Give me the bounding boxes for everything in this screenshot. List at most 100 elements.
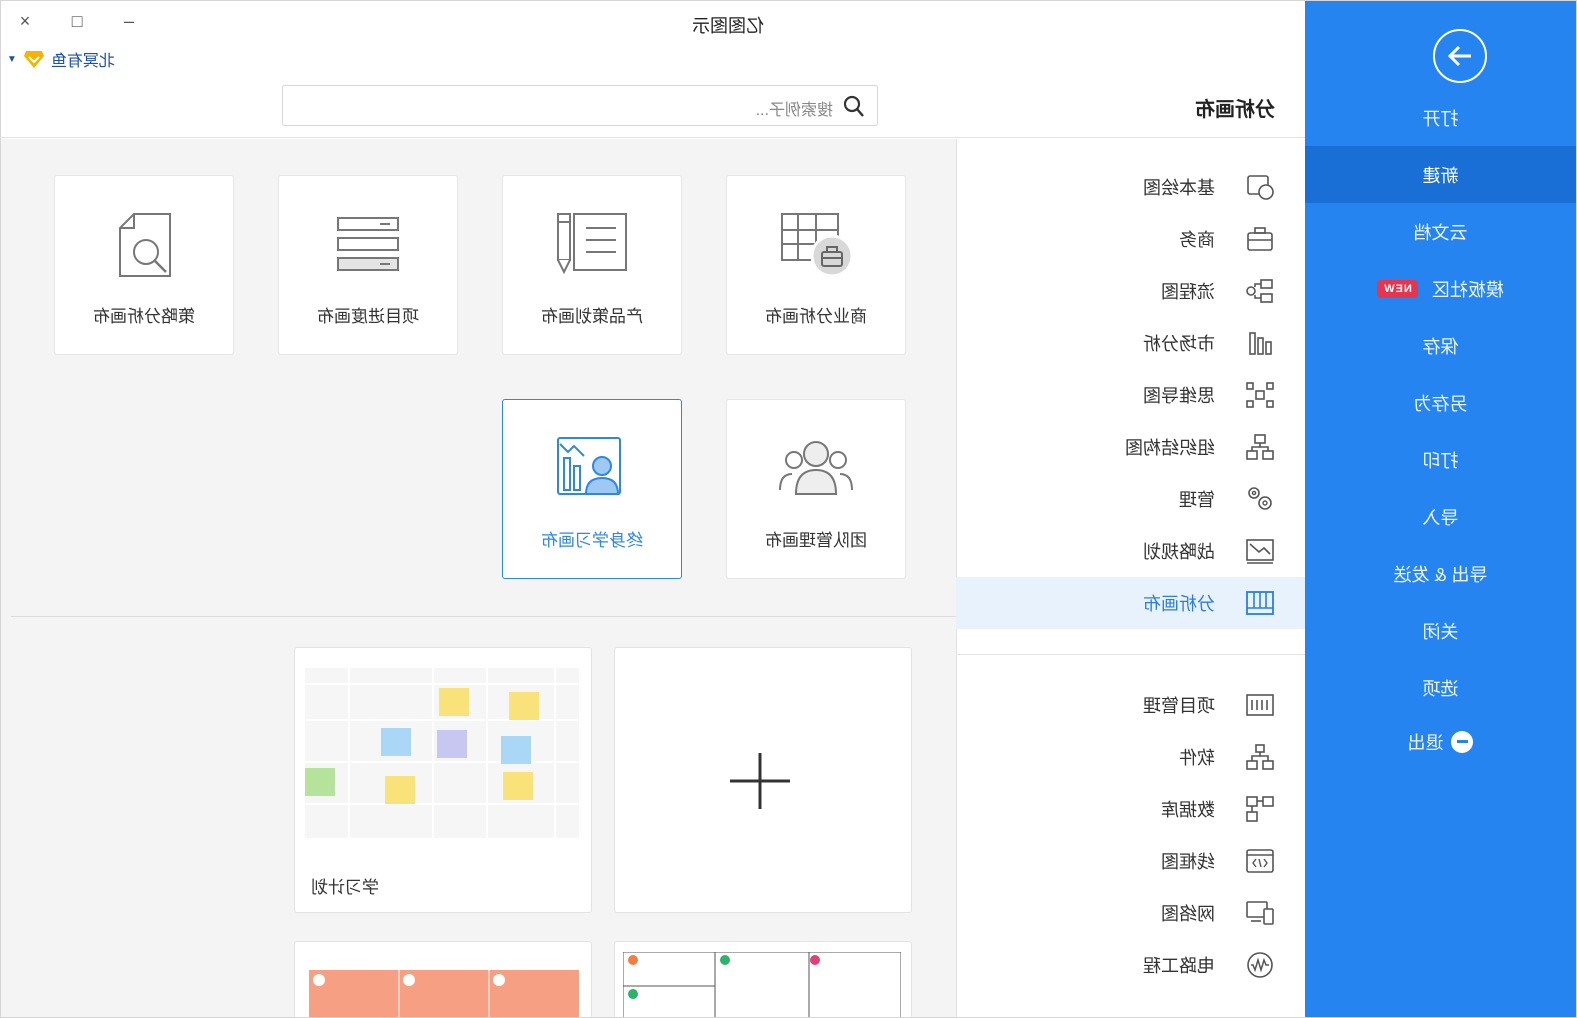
template-label: 学习计划: [311, 878, 379, 897]
card-lifelong-learning-canvas[interactable]: 终身学习画布: [502, 399, 682, 579]
open-arrow-icon[interactable]: [1433, 29, 1487, 83]
category-label: 项目管理: [1143, 696, 1215, 716]
search-box[interactable]: 搜索例子...: [282, 85, 878, 126]
new-label: 新建: [1422, 165, 1459, 186]
open-label: 打开: [1422, 108, 1459, 129]
options-button[interactable]: 选项: [1305, 659, 1576, 716]
card-team-canvas[interactable]: 团队管理画布: [726, 399, 906, 579]
card-label: 项目进度画布: [317, 307, 419, 326]
template-peek-matrix[interactable]: [614, 941, 912, 1018]
import-label: 导入: [1422, 507, 1459, 528]
category-label: 数据库: [1161, 800, 1215, 820]
category-network[interactable]: 网络图: [956, 887, 1305, 939]
canvas-grid-icon: [1246, 591, 1274, 615]
search-icon[interactable]: [841, 94, 865, 118]
card-strategy-canvas[interactable]: 策略分析画布: [54, 175, 234, 355]
command-panel: 打开 新建 云文档 模板社区 NEW 保存 另存为 打印 导入 导出 & 发送 关…: [1305, 1, 1576, 1018]
user-account[interactable]: ▼ 北冥有鱼: [7, 47, 115, 71]
category-project-management[interactable]: 项目管理: [956, 679, 1305, 731]
category-software[interactable]: 软件: [956, 731, 1305, 783]
category-circuit[interactable]: 电路工程: [956, 939, 1305, 991]
card-project-progress-canvas[interactable]: 项目进度画布: [278, 175, 458, 355]
header-divider: [0, 137, 1305, 138]
shapes-icon: [1247, 175, 1274, 200]
circuit-icon: [1247, 952, 1273, 978]
category-wireframe[interactable]: 线框图: [956, 835, 1305, 887]
new-badge: NEW: [1377, 279, 1418, 298]
import-button[interactable]: 导入: [1305, 488, 1576, 545]
category-label: 市场分析: [1143, 334, 1215, 354]
cloud-docs-label: 云文档: [1413, 222, 1468, 243]
category-database[interactable]: 数据库: [956, 783, 1305, 835]
template-community-button[interactable]: 模板社区 NEW: [1305, 260, 1576, 317]
close-window-button[interactable]: ×: [15, 11, 35, 31]
export-send-button[interactable]: 导出 & 发送: [1305, 545, 1576, 602]
save-as-label: 另存为: [1413, 393, 1468, 414]
strategy-doc-icon: [119, 213, 171, 277]
category-flowchart[interactable]: 流程图: [956, 265, 1305, 317]
plus-icon: [730, 753, 790, 809]
template-study-plan[interactable]: 学习计划: [294, 647, 592, 913]
flowchart-icon: [1246, 279, 1273, 303]
gantt-icon: [1246, 694, 1274, 716]
category-label: 战略规划: [1143, 542, 1215, 562]
category-divider: [956, 654, 1305, 655]
lifelong-learning-icon: [557, 437, 621, 495]
maximize-button[interactable]: □: [67, 11, 87, 31]
category-org-chart[interactable]: 组织结构图: [956, 421, 1305, 473]
matrix-thumbnail: [623, 952, 901, 1018]
category-business[interactable]: 商务: [956, 213, 1305, 265]
close-file-button[interactable]: 关闭: [1305, 602, 1576, 659]
card-label: 产品策划画布: [541, 307, 643, 326]
card-label: 终身学习画布: [541, 531, 643, 550]
category-mind-map[interactable]: 思维导图: [956, 369, 1305, 421]
card-label: 团队管理画布: [765, 531, 867, 550]
category-label: 网络图: [1161, 904, 1215, 924]
card-product-plan-canvas[interactable]: 产品策划画布: [502, 175, 682, 355]
canvas-type-grid: 商业分析画布 产品策划画布 项目进度画布 策略分析画布 团队管理画布 终身学习画…: [11, 139, 956, 617]
search-placeholder: 搜索例子...: [755, 102, 833, 119]
save-as-button[interactable]: 另存为: [1305, 374, 1576, 431]
category-label: 流程图: [1161, 282, 1215, 302]
arrow-right-icon: [1447, 45, 1471, 67]
print-button[interactable]: 打印: [1305, 431, 1576, 488]
category-basic-drawing[interactable]: 基本绘图: [956, 161, 1305, 213]
cloud-docs-button[interactable]: 云文档: [1305, 203, 1576, 260]
exit-label: 退出: [1407, 732, 1444, 753]
team-icon: [779, 441, 853, 495]
database-icon: [1246, 796, 1274, 822]
category-strategic-planning[interactable]: 战略规划: [956, 525, 1305, 577]
category-label: 电路工程: [1143, 956, 1215, 976]
print-label: 打印: [1422, 450, 1459, 471]
category-label: 线框图: [1161, 852, 1215, 872]
card-business-canvas[interactable]: 商业分析画布: [726, 175, 906, 355]
network-icon: [1246, 901, 1274, 925]
product-plan-icon: [557, 213, 627, 275]
card-label: 策略分析画布: [93, 307, 195, 326]
category-analysis-canvas[interactable]: 分析画布: [956, 577, 1305, 629]
app-title: 亿图图示: [692, 16, 764, 36]
options-label: 选项: [1422, 678, 1459, 699]
org-chart-icon: [1246, 434, 1274, 460]
trend-icon: [1246, 539, 1274, 564]
exit-button[interactable]: 退出: [1305, 713, 1576, 770]
gears-icon: [1248, 487, 1272, 510]
category-label: 软件: [1179, 748, 1215, 768]
minimize-button[interactable]: –: [119, 11, 139, 31]
template-peek-salmon[interactable]: [294, 941, 592, 1018]
vip-diamond-icon: [23, 51, 44, 68]
category-market-analysis[interactable]: 市场分析: [956, 317, 1305, 369]
category-label: 思维导图: [1143, 386, 1215, 406]
open-button[interactable]: 打开: [1305, 89, 1576, 146]
save-button[interactable]: 保存: [1305, 317, 1576, 374]
export-send-label: 导出 & 发送: [1393, 564, 1488, 585]
new-blank-template[interactable]: [614, 647, 912, 913]
template-community-label: 模板社区: [1431, 279, 1504, 300]
briefcase-icon: [1247, 227, 1273, 251]
template-gallery: 学习计划: [11, 617, 956, 1018]
category-management[interactable]: 管理: [956, 473, 1305, 525]
title-bar: 亿图图示 × □ –: [0, 1, 1305, 45]
save-label: 保存: [1422, 336, 1459, 357]
new-button[interactable]: 新建: [1305, 146, 1576, 203]
exit-icon: [1451, 730, 1474, 753]
